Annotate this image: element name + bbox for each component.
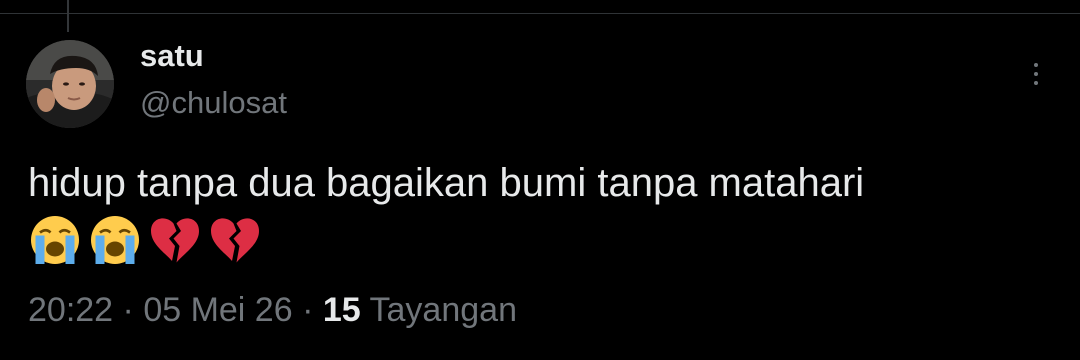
tweet-meta: 20:22 · 05 Mei 26 · 15 Tayangan [28,288,517,332]
broken-heart-icon [151,218,199,263]
loudly-crying-face-icon [91,216,139,264]
top-divider [0,13,1080,14]
thread-connector-line [67,0,69,32]
more-vertical-icon [1034,63,1038,67]
more-vertical-icon-dot [1034,72,1038,76]
avatar[interactable] [26,40,114,128]
views-label: Tayangan [360,291,517,329]
avatar-photo [26,40,114,128]
more-vertical-icon-dot [1034,81,1038,85]
author-display-name[interactable]: satu [140,36,204,76]
loudly-crying-face-icon [31,216,79,264]
tweet-time[interactable]: 20:22 [28,291,113,329]
author-handle[interactable]: @chulosat [140,83,287,123]
tweet-emojis [28,212,262,268]
meta-separator: · [292,291,323,329]
tweet-date[interactable]: 05 Mei 26 [143,291,292,329]
more-options-button[interactable] [1018,56,1054,92]
broken-heart-icon [211,218,259,263]
tweet-text: hidup tanpa dua bagaikan bumi tanpa mata… [28,161,865,205]
meta-separator: · [113,291,144,329]
views-count[interactable]: 15 [323,291,361,329]
